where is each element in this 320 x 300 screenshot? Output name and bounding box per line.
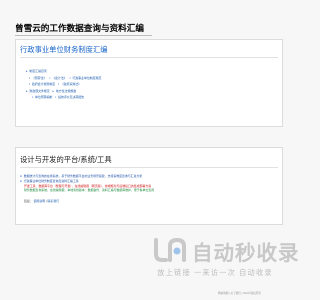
- watermark-brand: 自动秒收录: [192, 242, 300, 265]
- page-title: 曾雪云的工作数据查询与资料汇编: [15, 23, 144, 33]
- tree-line: ▪ 单位预算编制 ▪ 绩效评价及决算报告: [26, 94, 101, 101]
- tree-link[interactable]: 行政事业单位制度规范: [72, 76, 101, 80]
- finance-panel-divider: [20, 57, 278, 58]
- contact-link[interactable]: 联系我们: [47, 199, 59, 203]
- tree-link[interactable]: 制度汇编目录: [29, 69, 46, 73]
- tree-link[interactable]: 地方性法规规章: [56, 89, 76, 93]
- tools-links: 链接： 使用说明 | 联系我们: [20, 199, 278, 203]
- document-icon: ▪: [29, 82, 31, 87]
- finance-tree: ▸ 制度汇编目录 ▪ 《预算法》 ▪ 《会计法》 ▪ 行政事业单位制度规范 ▪ …: [26, 68, 101, 101]
- finance-panel: 行政事业单位财务制度汇编 ▸ 制度汇编目录 ▪ 《预算法》 ▪ 《会计法》 ▪ …: [15, 39, 283, 127]
- tree-link[interactable]: 绩效评价及决算报告: [58, 95, 84, 99]
- footer: 网站地图 | 关于我们 | 2024©版权所有: [218, 292, 262, 295]
- tools-notes: ● 数据统计与查询的在线系统，基于财务数据平台的业务场景搭建，支持多维度查询与汇…: [20, 174, 278, 203]
- document-icon: ▪: [57, 82, 60, 87]
- tree-line: ▸ 财政部文件规定 ▸ 地方性法规规章: [26, 88, 101, 95]
- info-icon: ●: [20, 174, 22, 178]
- tree-link[interactable]: 《预算法》: [32, 76, 46, 80]
- tools-panel: 设计与开发的平台/系统/工具 ● 数据统计与查询的在线系统，基于财务数据平台的业…: [15, 147, 283, 225]
- tools-panel-title: 设计与开发的平台/系统/工具: [20, 155, 112, 164]
- tool-note: 财务数据查询系统，在线编辑器，本地离线版本：数据备份、资料汇编与数据库维护，便于…: [20, 188, 278, 193]
- usage-guide-link[interactable]: 使用说明: [33, 199, 45, 203]
- tools-panel-divider: [20, 167, 278, 168]
- tree-line: ▸ 制度汇编目录: [26, 68, 101, 75]
- document-icon: ▪: [49, 75, 51, 80]
- brand-logo-icon: [154, 237, 186, 262]
- tree-link[interactable]: 《会计法》: [52, 76, 66, 80]
- finance-panel-title: 行政事业单位财务制度汇编: [20, 45, 108, 54]
- tool-note-text: 开发工具：数据库平台（整理与开发），在线编辑器（网页版），前端框架与后端接口的集…: [24, 183, 152, 188]
- tree-link[interactable]: 财政部文件规定: [29, 89, 49, 93]
- tree-link[interactable]: 政府会计准则制度: [32, 82, 55, 86]
- document-icon: ▪: [69, 75, 71, 80]
- tree-link[interactable]: 《政府采购法》: [61, 82, 81, 86]
- tree-line: ▪ 《预算法》 ▪ 《会计法》 ▪ 行政事业单位制度规范: [26, 75, 101, 82]
- document-icon: ▪: [29, 75, 31, 80]
- tool-note-text: 行政事业单位财务制度查询及资料汇编工具: [23, 178, 79, 183]
- tool-note-text: 数据统计与查询的在线系统，基于财务数据平台的业务场景搭建，支持多维度查询与汇总分…: [23, 174, 143, 178]
- document-icon: ▪: [55, 95, 57, 100]
- tree-link[interactable]: 单位预算编制: [35, 95, 52, 99]
- info-icon: ●: [20, 178, 22, 183]
- folder-icon: ▸: [26, 88, 28, 93]
- document-icon: ▪: [32, 95, 34, 100]
- links-label: 链接：: [24, 199, 33, 204]
- title-divider: [15, 35, 152, 36]
- watermark-subtitle: 放上链接 一来访一次 自动收录: [157, 268, 273, 277]
- tree-line: ▪ 政府会计准则制度 ▪ 《政府采购法》: [26, 81, 101, 88]
- tool-note-text: 财务数据查询系统，在线编辑器，本地离线版本：数据备份、资料汇编与数据库维护，便于…: [24, 188, 155, 193]
- folder-icon: ▸: [26, 69, 28, 73]
- folder-icon: ▸: [52, 88, 55, 93]
- watermark: 自动秒收录 放上链接 一来访一次 自动收录: [150, 236, 299, 282]
